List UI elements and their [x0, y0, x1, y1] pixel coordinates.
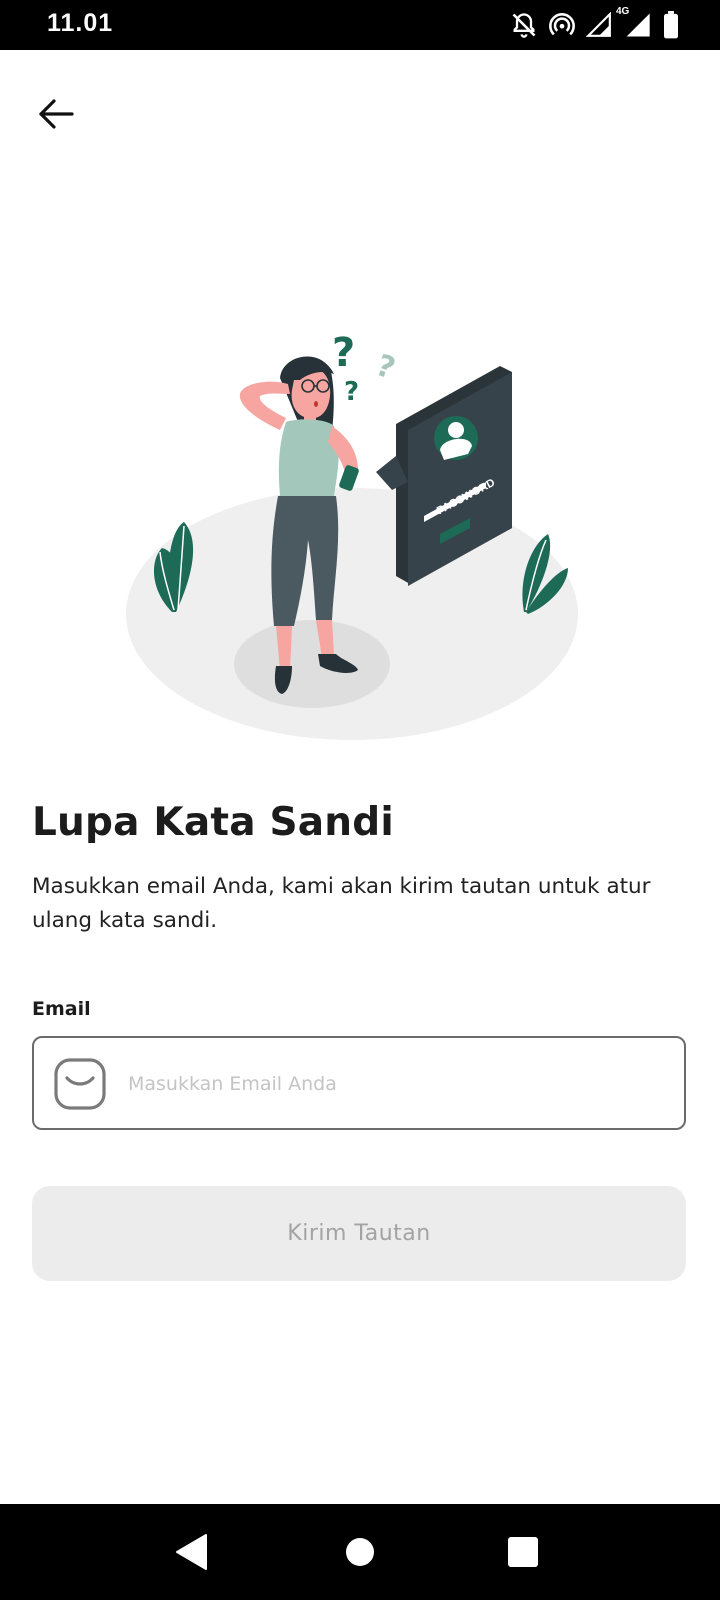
status-bar: 11.01 4G	[0, 0, 720, 50]
forgot-password-illustration: PASSWORD ? ? ?	[120, 320, 600, 760]
nav-recents-icon	[508, 1537, 538, 1567]
arrow-left-icon	[39, 99, 74, 129]
battery-icon	[662, 11, 680, 39]
email-label: Email	[32, 998, 91, 1020]
page-title: Lupa Kata Sandi	[32, 800, 394, 845]
email-field[interactable]	[32, 1036, 686, 1130]
hotspot-icon	[548, 11, 576, 39]
question-mark-large: ?	[332, 330, 355, 376]
nav-back-icon	[176, 1534, 207, 1570]
mail-icon	[54, 1058, 106, 1110]
nav-home-button[interactable]	[315, 1504, 405, 1600]
nav-home-icon	[346, 1538, 374, 1566]
navigation-bar	[0, 1504, 720, 1600]
email-input[interactable]	[126, 1038, 670, 1130]
bell-off-icon	[510, 11, 538, 39]
status-icons: 4G	[510, 6, 680, 40]
network-type-label: 4G	[616, 6, 630, 17]
back-button[interactable]	[26, 88, 86, 140]
forgot-password-screen: 11.01 4G ? ? ? Lupa Kata Sandi Masukkan …	[0, 0, 720, 1600]
nav-recents-button[interactable]	[478, 1504, 568, 1600]
nav-back-button[interactable]	[147, 1504, 237, 1600]
signal-4g-icon: 4G	[616, 6, 652, 39]
send-link-button[interactable]: Kirim Tautan	[32, 1186, 686, 1281]
question-mark-small: ?	[344, 377, 359, 407]
status-time: 11.01	[47, 9, 114, 37]
question-mark-faded: ?	[371, 348, 399, 387]
signal-icon	[586, 12, 612, 38]
page-description: Masukkan email Anda, kami akan kirim tau…	[32, 874, 651, 933]
person-shadow	[234, 620, 390, 708]
